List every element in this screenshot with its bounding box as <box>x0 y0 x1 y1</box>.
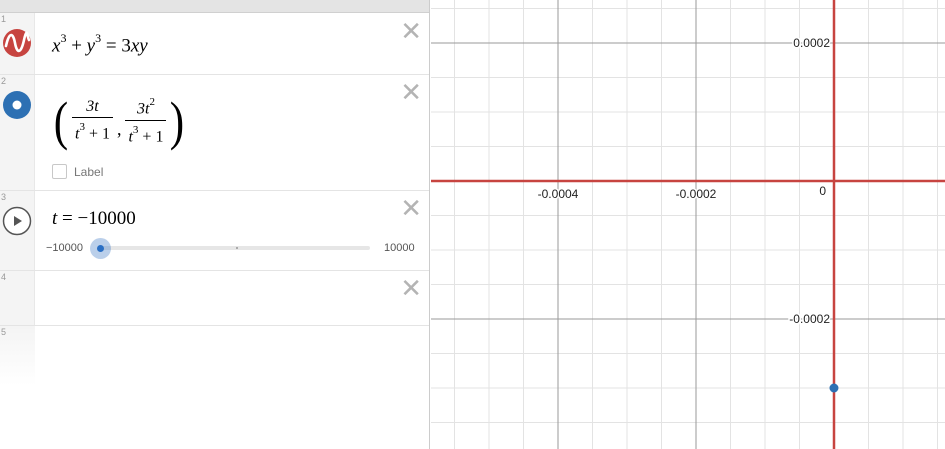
parametric-point <box>829 383 839 393</box>
expression-index: 5 <box>1 327 7 337</box>
delete-expression-icon[interactable]: ✕ <box>400 196 422 222</box>
points <box>829 383 839 393</box>
minor-grid <box>431 0 945 449</box>
label-checkbox-text: Label <box>74 164 104 179</box>
slider-variable-input[interactable]: t = −10000 <box>52 208 136 230</box>
left-paren: ( <box>53 91 69 151</box>
y-tick-label: 0.0002 <box>793 36 830 50</box>
expression-gutter: 1 <box>0 13 35 74</box>
slider-track[interactable] <box>100 246 370 250</box>
label-toggle[interactable]: Label <box>52 164 103 179</box>
expression-index: 3 <box>1 192 7 202</box>
fraction-x: 3t t3 + 1 <box>71 97 113 145</box>
slider-thumb[interactable] <box>97 245 104 252</box>
delete-expression-icon[interactable]: ✕ <box>400 19 422 45</box>
expression-index: 1 <box>1 14 7 24</box>
parametric-point-input[interactable]: ( 3t t3 + 1 , 3t2 t3 + 1 ) <box>52 91 186 151</box>
expression-gutter: 2 <box>0 75 35 190</box>
delete-expression-icon[interactable]: ✕ <box>400 276 422 302</box>
origin-label: 0 <box>819 184 826 198</box>
label-checkbox[interactable] <box>52 164 67 179</box>
slider-min[interactable]: −10000 <box>46 242 83 254</box>
slider-max[interactable]: 10000 <box>384 242 415 254</box>
expression-gutter: 3 <box>0 191 35 270</box>
x-tick-label: -0.0002 <box>676 187 717 201</box>
expression-list-header <box>0 0 429 13</box>
right-paren: ) <box>170 91 185 151</box>
graph-canvas[interactable]: -0.0004 -0.0002 0.0002 -0.0002 0 <box>431 0 945 449</box>
expression-index: 2 <box>1 76 7 86</box>
expression-row-3[interactable]: 3 t = −10000 −10000 10000 ✕ <box>0 191 429 271</box>
major-grid <box>431 0 945 449</box>
expression-gutter: 5 <box>0 326 35 386</box>
expression-gutter: 4 <box>0 271 35 325</box>
delete-expression-icon[interactable]: ✕ <box>400 80 422 106</box>
slider-mid-tick <box>236 247 238 249</box>
y-tick-label: -0.0002 <box>789 312 830 326</box>
implicit-curve-icon[interactable] <box>2 28 32 58</box>
expression-list: 1 x3 + y3 = 3xy ✕ 2 ( 3t t3 + 1 , 3t2 t3… <box>0 0 430 449</box>
x-tick-label: -0.0004 <box>538 187 579 201</box>
expression-index: 4 <box>1 272 7 282</box>
axes <box>431 0 945 449</box>
expression-row-1[interactable]: 1 x3 + y3 = 3xy ✕ <box>0 13 429 75</box>
expression-row-5[interactable]: 5 <box>0 326 429 386</box>
play-icon[interactable] <box>2 206 32 236</box>
expression-row-4[interactable]: 4 ✕ <box>0 271 429 326</box>
fraction-y: 3t2 t3 + 1 <box>125 94 167 148</box>
expression-row-2[interactable]: 2 ( 3t t3 + 1 , 3t2 t3 + 1 ) Label ✕ <box>0 75 429 191</box>
equation-input[interactable]: x3 + y3 = 3xy <box>52 31 148 57</box>
point-icon[interactable] <box>2 90 32 120</box>
curves <box>431 0 945 449</box>
